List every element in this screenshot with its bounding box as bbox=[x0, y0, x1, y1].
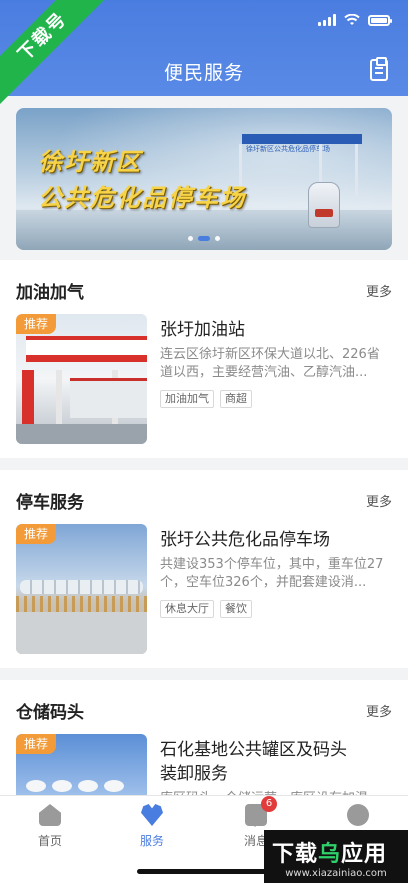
service-card[interactable]: 推荐 张圩公共危化品停车场 共建设353个停车位，其中，重车位27个，空车位32… bbox=[16, 524, 392, 654]
card-tags: 加油加气 商超 bbox=[160, 390, 252, 408]
tab-service[interactable]: 服务 bbox=[112, 804, 192, 849]
section-title: 停车服务 bbox=[16, 493, 84, 513]
service-heart-icon bbox=[141, 804, 163, 826]
section-parking: 停车服务 更多 推荐 张圩公共危化品停车场 共建设353个停车位，其中，重车位2… bbox=[0, 470, 408, 668]
recommend-tag: 推荐 bbox=[16, 314, 57, 334]
card-title: 石化基地公共罐区及码头 装卸服务 bbox=[160, 740, 347, 784]
toll-gate bbox=[242, 134, 362, 194]
more-link[interactable]: 更多 bbox=[366, 701, 392, 720]
section-title: 仓储码头 bbox=[16, 703, 84, 723]
chip: 餐饮 bbox=[220, 600, 252, 618]
parking-lot-photo: 推荐 bbox=[16, 524, 147, 654]
wifi-icon bbox=[344, 14, 360, 25]
home-indicator bbox=[137, 869, 271, 874]
home-icon bbox=[39, 804, 61, 826]
page-title: 便民服务 bbox=[163, 62, 244, 84]
unread-badge: 6 bbox=[261, 796, 277, 812]
recommend-tag: 推荐 bbox=[16, 524, 57, 544]
banner-headline-1: 徐圩新区 bbox=[38, 148, 142, 176]
chip: 商超 bbox=[220, 390, 252, 408]
tanker-truck bbox=[308, 182, 340, 228]
card-description: 连云区徐圩新区环保大道以北、226省道以西，主要经营汽油、乙醇汽油... bbox=[160, 347, 380, 380]
recommend-tag: 推荐 bbox=[16, 734, 57, 754]
watermark-logo: 下载乌应用 www.xiazainiao.com bbox=[264, 830, 408, 883]
chip: 休息大厅 bbox=[160, 600, 214, 618]
gas-station-photo: 推荐 bbox=[16, 314, 147, 444]
screen: 便民服务 下载号 徐圩新区公共危化品停车场 徐圩新区 公共危化品停车场 加油加气… bbox=[0, 0, 408, 883]
message-icon: 6 bbox=[245, 796, 277, 827]
banner-sign-text: 徐圩新区公共危化品停车场 bbox=[246, 145, 330, 153]
chip: 加油加气 bbox=[160, 390, 214, 408]
signal-icon bbox=[318, 14, 336, 26]
battery-icon bbox=[368, 14, 392, 26]
status-bar bbox=[318, 14, 392, 26]
more-link[interactable]: 更多 bbox=[366, 491, 392, 510]
section-title: 加油加气 bbox=[16, 283, 84, 303]
card-tags: 休息大厅 餐饮 bbox=[160, 600, 252, 618]
tab-home[interactable]: 首页 bbox=[10, 804, 90, 849]
banner-carousel[interactable]: 徐圩新区公共危化品停车场 徐圩新区 公共危化品停车场 bbox=[16, 108, 392, 250]
banner-headline-2: 公共危化品停车场 bbox=[38, 184, 246, 212]
card-title: 张圩公共危化品停车场 bbox=[160, 530, 330, 550]
service-card[interactable]: 推荐 张圩加油站 连云区徐圩新区环保大道以北、226省道以西，主要经营汽油、乙醇… bbox=[16, 314, 392, 444]
more-link[interactable]: 更多 bbox=[366, 281, 392, 300]
card-description: 共建设353个停车位，其中，重车位27个，空车位326个，并配套建设消... bbox=[160, 557, 384, 590]
card-title: 张圩加油站 bbox=[160, 320, 245, 340]
clipboard-icon[interactable] bbox=[370, 57, 388, 81]
carousel-dots[interactable] bbox=[188, 236, 220, 241]
user-icon bbox=[347, 804, 369, 826]
section-fuel: 加油加气 更多 推荐 张圩加油站 连云区徐圩新区环保大道以北、226省道以西，主… bbox=[0, 260, 408, 458]
